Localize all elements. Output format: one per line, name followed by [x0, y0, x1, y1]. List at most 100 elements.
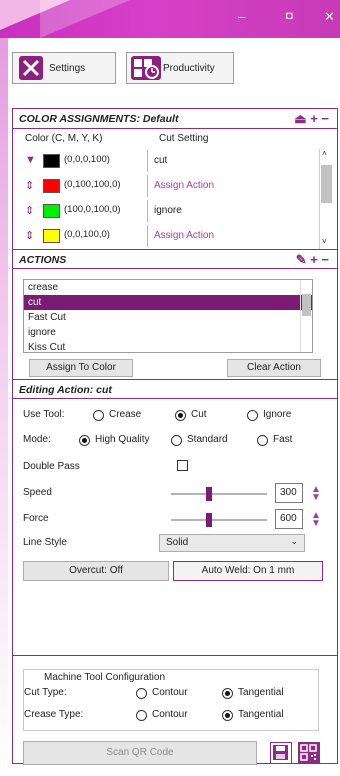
mode-radio-label: Standard: [187, 434, 228, 445]
crease-type-radio-label: Tangential: [238, 709, 284, 720]
actions-title: ACTIONS: [19, 254, 67, 266]
actions-header: ACTIONS ✎ + −: [13, 249, 337, 269]
reorder-arrow-icon[interactable]: ▼: [25, 154, 36, 166]
use-tool-radio-label: Cut: [191, 409, 207, 420]
crease-type-label: Crease Type:: [24, 709, 84, 720]
actions-list[interactable]: crease cut Fast Cut ignore Kiss Cut: [23, 279, 313, 353]
force-input[interactable]: 600: [275, 509, 303, 529]
productivity-label: Productivity: [163, 62, 215, 74]
settings-button[interactable]: Settings: [12, 52, 116, 84]
line-style-value: Solid: [166, 537, 189, 548]
action-list-item[interactable]: crease: [24, 280, 312, 295]
speed-label: Speed: [23, 487, 52, 498]
save-button[interactable]: [270, 742, 292, 764]
section-divider: [13, 655, 337, 656]
cmyk-value: (100,0,100,0): [64, 204, 121, 215]
force-slider-thumb[interactable]: [206, 513, 213, 527]
settings-label: Settings: [49, 62, 86, 74]
crease-type-radio[interactable]: [136, 710, 147, 721]
cut-setting-cell[interactable]: Assign Action: [147, 175, 297, 197]
speed-slider-track[interactable]: [171, 493, 267, 495]
mode-radio[interactable]: [171, 435, 182, 446]
color-assignment-row[interactable]: ⇕ (0,0,100,0) Assign Action: [13, 224, 337, 248]
line-style-select[interactable]: Solid ⌄: [159, 534, 305, 552]
speed-spinner-icon[interactable]: ▲ ▼: [311, 485, 321, 503]
main-panel: Settings Productivity COLOR ASSIGNMENTS:…: [8, 38, 340, 776]
close-button[interactable]: ✕: [324, 9, 335, 25]
force-slider-track[interactable]: [171, 519, 267, 521]
color-assignment-row[interactable]: ⇕ (0,100,100,0) Assign Action: [13, 174, 337, 198]
double-pass-label: Double Pass: [23, 461, 80, 472]
cut-column-header: Cut Setting: [159, 133, 209, 144]
clear-action-button[interactable]: Clear Action: [227, 359, 321, 377]
speed-slider-thumb[interactable]: [206, 487, 213, 501]
speed-input[interactable]: 300: [275, 483, 303, 503]
use-tool-radio[interactable]: [247, 410, 258, 421]
side-decoration: [0, 38, 8, 776]
crease-type-radio[interactable]: [222, 710, 233, 721]
scan-qr-code-button[interactable]: Scan QR Code: [23, 741, 257, 765]
scroll-up-icon[interactable]: ˄: [322, 149, 327, 158]
titlebar-decoration: [40, 0, 130, 38]
qr-code-button[interactable]: [298, 742, 320, 764]
mode-label: Mode:: [23, 434, 51, 445]
use-tool-radio[interactable]: [93, 410, 104, 421]
actions-edit-icon[interactable]: ✎ + −: [296, 252, 329, 268]
cut-setting-cell[interactable]: cut: [147, 150, 297, 172]
chevron-down-icon: ⌄: [290, 536, 298, 546]
actions-items: crease cut Fast Cut ignore Kiss Cut: [24, 280, 312, 352]
double-pass-checkbox[interactable]: [177, 460, 188, 471]
use-tool-label: Use Tool:: [23, 409, 65, 420]
mode-radio[interactable]: [257, 435, 268, 446]
productivity-icon: [131, 56, 161, 80]
tools-icon: [19, 56, 43, 80]
cut-type-radio-label: Contour: [152, 687, 188, 698]
cut-setting-cell[interactable]: ignore: [147, 200, 297, 222]
action-list-item[interactable]: cut: [24, 295, 312, 310]
overcut-button[interactable]: Overcut: Off: [23, 561, 169, 581]
restore-button[interactable]: ◘: [286, 10, 293, 22]
scroll-down-icon[interactable]: ˅: [322, 237, 327, 246]
color-assignment-row[interactable]: ▼ (0,0,0,100) cut: [13, 149, 337, 173]
cut-type-radio[interactable]: [222, 688, 233, 699]
minimize-button[interactable]: –: [238, 9, 245, 24]
force-label: Force: [23, 513, 49, 524]
line-style-label: Line Style: [23, 537, 67, 548]
action-list-item[interactable]: Kiss Cut: [24, 340, 312, 352]
reorder-arrow-icon[interactable]: ⇕: [25, 204, 34, 217]
scroll-thumb[interactable]: [321, 165, 332, 203]
color-swatch: [43, 154, 60, 168]
force-spinner-icon[interactable]: ▲ ▼: [311, 511, 321, 529]
productivity-button[interactable]: Productivity: [126, 52, 234, 84]
action-list-item[interactable]: Fast Cut: [24, 310, 312, 325]
mode-radio-label: High Quality: [95, 434, 150, 445]
cut-type-radio[interactable]: [136, 688, 147, 699]
actions-scrollbar[interactable]: [300, 280, 312, 352]
color-assignments-header: COLOR ASSIGNMENTS: Default ⏏ + −: [13, 109, 337, 129]
cmyk-value: (0,100,100,0): [64, 179, 121, 190]
use-tool-radio[interactable]: [175, 410, 186, 421]
cut-setting-cell[interactable]: Assign Action: [147, 225, 297, 247]
machine-tool-config-title: Machine Tool Configuration: [44, 672, 166, 683]
color-assignments-actions-icon[interactable]: ⏏ + −: [294, 111, 329, 127]
mode-radio-label: Fast: [273, 434, 293, 445]
color-assignment-row[interactable]: ⇕ (100,0,100,0) ignore: [13, 199, 337, 223]
color-swatch: [43, 179, 60, 193]
machine-tool-config-group: Machine Tool Configuration Cut Type: Cre…: [23, 669, 319, 731]
crease-type-radio-label: Contour: [152, 709, 188, 720]
assign-to-color-button[interactable]: Assign To Color: [29, 359, 133, 377]
cmyk-value: (0,0,100,0): [64, 229, 110, 240]
cut-type-label: Cut Type:: [24, 687, 67, 698]
color-list-scrollbar[interactable]: ˄ ˅: [319, 149, 333, 249]
color-column-header: Color (C, M, Y, K): [25, 133, 103, 144]
auto-weld-button[interactable]: Auto Weld: On 1 mm: [173, 561, 323, 581]
mode-radio[interactable]: [79, 435, 90, 446]
reorder-arrow-icon[interactable]: ⇕: [25, 179, 34, 192]
color-assignments-title: COLOR ASSIGNMENTS: Default: [19, 113, 179, 125]
action-list-item[interactable]: ignore: [24, 325, 312, 340]
use-tool-radio-label: Ignore: [263, 409, 292, 420]
actions-scroll-thumb[interactable]: [302, 294, 311, 316]
cut-type-radio-label: Tangential: [238, 687, 284, 698]
assignments-panel: COLOR ASSIGNMENTS: Default ⏏ + − Color (…: [12, 108, 338, 765]
reorder-arrow-icon[interactable]: ⇕: [25, 229, 34, 242]
